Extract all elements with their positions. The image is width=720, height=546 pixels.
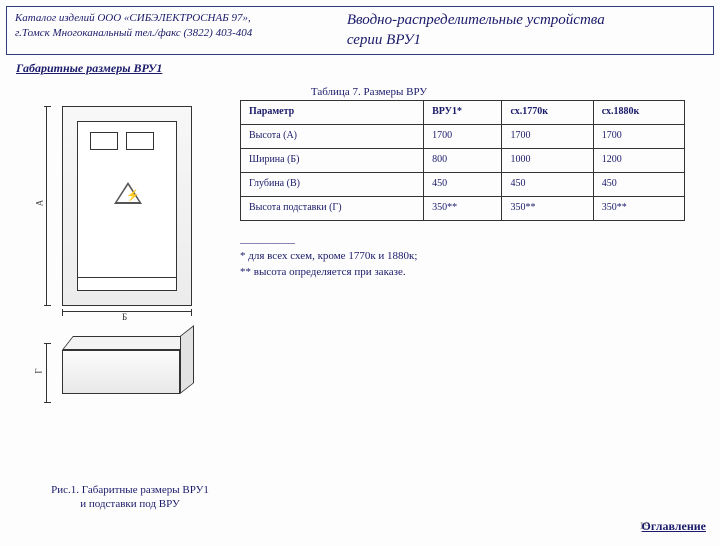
table-row: Глубина (В) 450 450 450: [241, 173, 685, 197]
stand-front: [62, 350, 180, 394]
note-2: ** высота определяется при заказе.: [240, 264, 685, 281]
table-caption: Таблица 7. Размеры ВРУ: [304, 86, 434, 98]
dimension-label-B: Б: [122, 312, 127, 322]
figure-1: А ⚡ Б Г Рис.1. Габаритные размеры ВРУ1 и…: [40, 106, 230, 512]
table-header-row: Параметр ВРУ1* сх.1770к сх.1880к: [241, 101, 685, 125]
cell: 350**: [502, 197, 593, 221]
dimension-line-A: [46, 106, 47, 306]
cell: 1000: [502, 149, 593, 173]
stand-top: [62, 336, 191, 350]
dimension-line-G: [46, 343, 47, 403]
figure-caption-l1: Рис.1. Габаритные размеры ВРУ1: [40, 484, 220, 498]
cell: 1700: [593, 125, 684, 149]
note-rule: __________: [240, 231, 685, 248]
toc-link[interactable]: Оглавление: [642, 519, 706, 534]
cell: 450: [502, 173, 593, 197]
cell: 1700: [424, 125, 502, 149]
cell: 1200: [593, 149, 684, 173]
cell: 350**: [424, 197, 502, 221]
col-header: сх.1880к: [593, 101, 684, 125]
contact-line: г.Томск Многоканальный тел./факс (3822) …: [15, 26, 331, 41]
cell: Ширина (Б): [241, 149, 424, 173]
table-row: Ширина (Б) 800 1000 1200: [241, 149, 685, 173]
cell: Высота (А): [241, 125, 424, 149]
stand-side: [180, 325, 194, 394]
cell: 450: [593, 173, 684, 197]
section-title: Габаритные размеры ВРУ1: [16, 61, 720, 76]
figure-caption-l2: и подставки под ВРУ: [40, 498, 220, 512]
dimension-label-A: А: [34, 200, 44, 207]
col-header: ВРУ1*: [424, 101, 502, 125]
col-header: сх.1770к: [502, 101, 593, 125]
cell: 1700: [502, 125, 593, 149]
cell: 350**: [593, 197, 684, 221]
note-1: * для всех схем, кроме 1770к и 1880к;: [240, 248, 685, 265]
title-line1: Вводно-распределительные устройства: [347, 11, 705, 31]
dimension-label-G: Г: [34, 368, 44, 373]
stand-icon: [62, 336, 192, 394]
table-notes: __________ * для всех схем, кроме 1770к …: [240, 231, 685, 281]
cell: 450: [424, 173, 502, 197]
panel-slot-icon: [90, 132, 118, 150]
cabinet-icon: ⚡: [62, 106, 192, 306]
figure-caption: Рис.1. Габаритные размеры ВРУ1 и подстав…: [40, 484, 220, 512]
cabinet-door: ⚡: [77, 121, 177, 291]
col-header: Параметр: [241, 101, 424, 125]
cell: 800: [424, 149, 502, 173]
company-line: Каталог изделий ООО «СИБЭЛЕКТРОСНАБ 97»,: [15, 11, 331, 26]
title-line2: серии ВРУ1: [347, 31, 705, 51]
table-row: Высота (А) 1700 1700 1700: [241, 125, 685, 149]
table-7: Таблица 7. Размеры ВРУ Параметр ВРУ1* сх…: [240, 86, 685, 281]
table-row: Высота подставки (Г) 350** 350** 350**: [241, 197, 685, 221]
panel-slot-icon: [126, 132, 154, 150]
header-left: Каталог изделий ООО «СИБЭЛЕКТРОСНАБ 97»,…: [7, 7, 339, 54]
hinge-line: [78, 277, 176, 278]
page-header: Каталог изделий ООО «СИБЭЛЕКТРОСНАБ 97»,…: [6, 6, 714, 55]
cell: Высота подставки (Г): [241, 197, 424, 221]
dimensions-table: Параметр ВРУ1* сх.1770к сх.1880к Высота …: [240, 100, 685, 221]
lightning-icon: ⚡: [126, 189, 140, 202]
content-area: А ⚡ Б Г Рис.1. Габаритные размеры ВРУ1 и…: [0, 76, 720, 516]
header-right: Вводно-распределительные устройства сери…: [339, 7, 713, 54]
cell: Глубина (В): [241, 173, 424, 197]
